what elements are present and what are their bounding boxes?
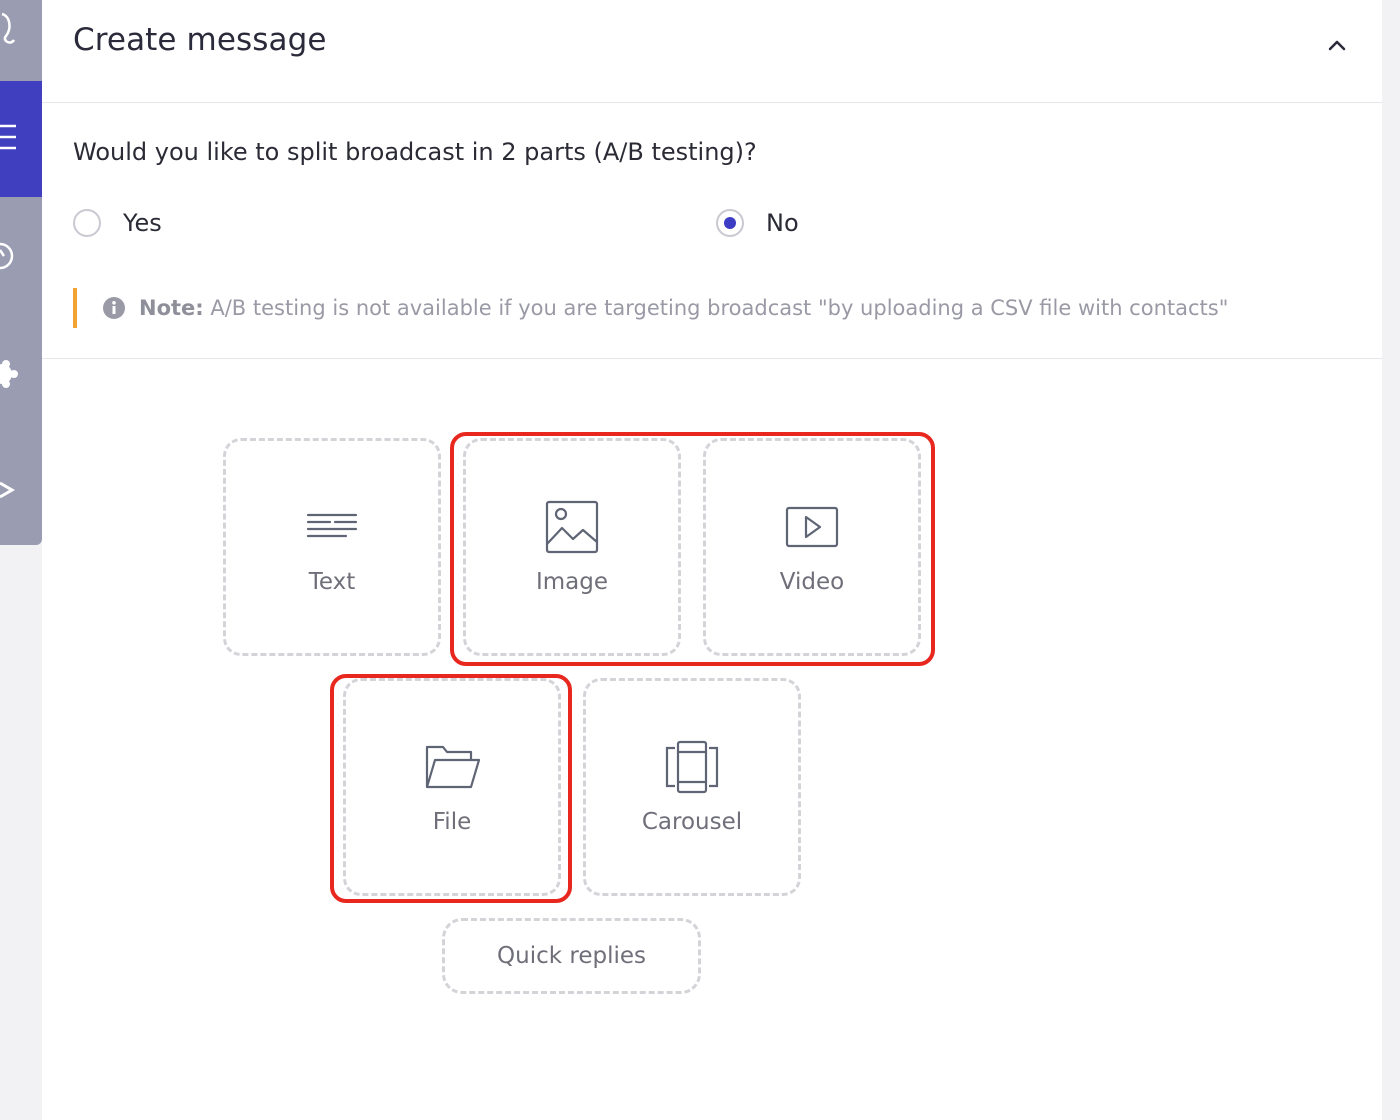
- panel-header: Create message: [42, 0, 1382, 103]
- tile-label: Carousel: [641, 809, 743, 835]
- video-play-icon: [784, 499, 840, 555]
- folder-icon: [424, 739, 481, 795]
- ab-testing-question: Would you like to split broadcast in 2 p…: [73, 138, 757, 166]
- settings-gear-icon[interactable]: [0, 354, 22, 394]
- radio-no-label: No: [766, 209, 799, 237]
- note-label: Note:: [139, 296, 204, 320]
- message-type-video[interactable]: Video: [703, 438, 921, 656]
- quick-replies-button[interactable]: Quick replies: [442, 918, 701, 994]
- tile-label: File: [432, 809, 472, 835]
- radio-no-circle[interactable]: [716, 209, 744, 237]
- left-sidebar: [0, 0, 42, 545]
- clock-icon[interactable]: [0, 236, 22, 276]
- info-icon: [103, 297, 125, 319]
- note-text: Note: A/B testing is not available if yo…: [139, 296, 1228, 320]
- radio-yes-circle[interactable]: [73, 209, 101, 237]
- audience-icon[interactable]: [0, 8, 22, 48]
- chevron-up-icon[interactable]: [1322, 30, 1352, 60]
- carousel-icon: [664, 739, 720, 795]
- message-type-carousel[interactable]: Carousel: [583, 678, 801, 896]
- send-arrow-icon[interactable]: [0, 470, 22, 510]
- message-type-file[interactable]: File: [343, 678, 561, 896]
- tile-label: Video: [779, 569, 845, 595]
- page-title: Create message: [73, 22, 327, 58]
- tile-label: Image: [535, 569, 609, 595]
- note-body: A/B testing is not available if you are …: [203, 296, 1229, 320]
- message-type-text[interactable]: Text: [223, 438, 441, 656]
- list-icon[interactable]: [0, 118, 22, 158]
- radio-yes-label: Yes: [123, 209, 162, 237]
- radio-no[interactable]: No: [716, 209, 799, 237]
- radio-yes[interactable]: Yes: [73, 209, 162, 237]
- tile-label: Text: [308, 569, 356, 595]
- create-message-panel: Create message Would you like to split b…: [42, 0, 1382, 1120]
- section-divider: [42, 358, 1382, 359]
- image-icon: [544, 499, 600, 555]
- message-type-image[interactable]: Image: [463, 438, 681, 656]
- text-lines-icon: [304, 499, 360, 555]
- ab-testing-note: Note: A/B testing is not available if yo…: [73, 288, 1357, 328]
